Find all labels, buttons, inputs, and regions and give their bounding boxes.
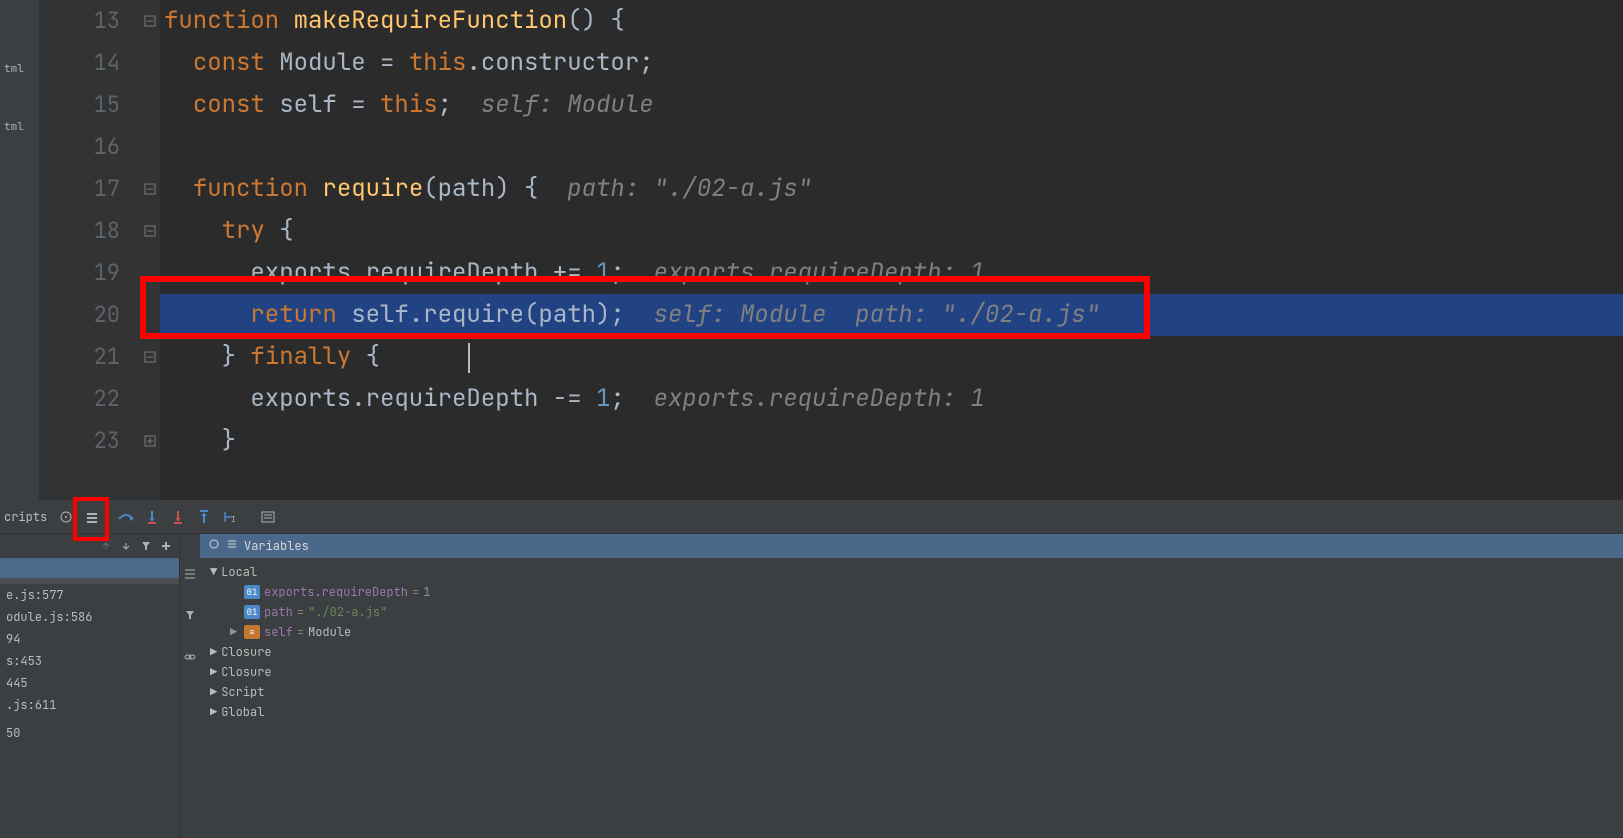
execution-line: return self.require(path); self: Module … [160, 294, 1623, 336]
evaluate-button[interactable] [257, 506, 279, 528]
line-number: 13 [40, 0, 120, 42]
step-into-button[interactable] [141, 506, 163, 528]
var-badge-icon: 01 [244, 585, 260, 599]
run-to-cursor-button[interactable]: I [219, 506, 241, 528]
scope-closure[interactable]: ▶Closure [200, 642, 1623, 662]
line-number: 22 [40, 378, 120, 420]
line-number: 15 [40, 84, 120, 126]
scope-local[interactable]: ▼Local [200, 562, 1623, 582]
line-number: 19 [40, 252, 120, 294]
step-out-button[interactable] [193, 506, 215, 528]
var-badge-icon: ≡ [244, 625, 260, 639]
filter-icon[interactable] [137, 537, 155, 555]
line-number: 17 [40, 168, 120, 210]
target-icon [208, 538, 220, 554]
frames-list[interactable]: e.js:577 odule.js:586 94 s:453 445 .js:6… [0, 558, 179, 744]
side-icon-strip [180, 534, 200, 838]
frame-item[interactable]: 94 [0, 628, 179, 650]
line-gutter: 13 14 15 16 17 18 19 20 21 22 23 [40, 0, 140, 500]
tool-icon[interactable] [183, 564, 197, 585]
svg-text:I: I [231, 515, 236, 525]
scripts-label: cripts [4, 509, 47, 525]
debug-panel: cripts I e.js:577 odule.js:586 94 [0, 500, 1623, 838]
line-number: 18 [40, 210, 120, 252]
target-icon[interactable] [55, 506, 77, 528]
var-row[interactable]: 01 path = "./02-a.js" [200, 602, 1623, 622]
frame-prev-icon[interactable] [97, 537, 115, 555]
variables-title: Variables [244, 538, 309, 554]
variables-header: Variables [200, 534, 1623, 558]
fold-minus-icon[interactable] [140, 168, 160, 210]
frame-item-selected[interactable] [0, 558, 179, 578]
line-number: 14 [40, 42, 120, 84]
frame-item[interactable]: 445 [0, 672, 179, 694]
list-icon[interactable] [81, 506, 103, 528]
frame-next-icon[interactable] [117, 537, 135, 555]
line-number: 21 [40, 336, 120, 378]
sidebar-file[interactable]: tml [0, 60, 39, 78]
frame-item[interactable]: s:453 [0, 650, 179, 672]
code-editor[interactable]: 13 14 15 16 17 18 19 20 21 22 23 functio… [40, 0, 1623, 500]
list-icon [226, 538, 238, 554]
add-icon[interactable] [157, 537, 175, 555]
filter-icon[interactable] [184, 605, 196, 626]
frame-item[interactable]: e.js:577 [0, 584, 179, 606]
debug-toolbar: cripts I [0, 500, 1623, 534]
scope-global[interactable]: ▶Global [200, 702, 1623, 722]
variables-tree[interactable]: ▼Local 01 exports.requireDepth = 1 01 pa… [200, 558, 1623, 726]
sidebar-file[interactable]: tml [0, 118, 39, 136]
force-step-into-button[interactable] [167, 506, 189, 528]
line-number: 23 [40, 420, 120, 462]
fold-end-icon[interactable] [140, 420, 160, 462]
step-over-button[interactable] [115, 506, 137, 528]
fold-minus-icon[interactable] [140, 210, 160, 252]
link-icon[interactable] [183, 646, 197, 667]
scope-closure[interactable]: ▶Closure [200, 662, 1623, 682]
scope-script[interactable]: ▶Script [200, 682, 1623, 702]
frame-item[interactable]: .js:611 [0, 694, 179, 716]
variables-panel: Variables ▼Local 01 exports.requireDepth… [200, 534, 1623, 838]
project-sidebar: tml tml [0, 0, 40, 500]
var-row[interactable]: 01 exports.requireDepth = 1 [200, 582, 1623, 602]
var-badge-icon: 01 [244, 605, 260, 619]
line-number: 16 [40, 126, 120, 168]
text-caret [468, 343, 470, 373]
frames-panel: e.js:577 odule.js:586 94 s:453 445 .js:6… [0, 534, 180, 838]
var-row[interactable]: ▶ ≡ self = Module [200, 622, 1623, 642]
line-number: 20 [40, 294, 120, 336]
frame-item[interactable]: odule.js:586 [0, 606, 179, 628]
fold-minus-icon[interactable] [140, 336, 160, 378]
code-body[interactable]: function makeRequireFunction() { const M… [160, 0, 1623, 500]
fold-minus-icon[interactable] [140, 0, 160, 42]
fold-column [140, 0, 160, 500]
frame-item[interactable]: 50 [0, 722, 179, 744]
